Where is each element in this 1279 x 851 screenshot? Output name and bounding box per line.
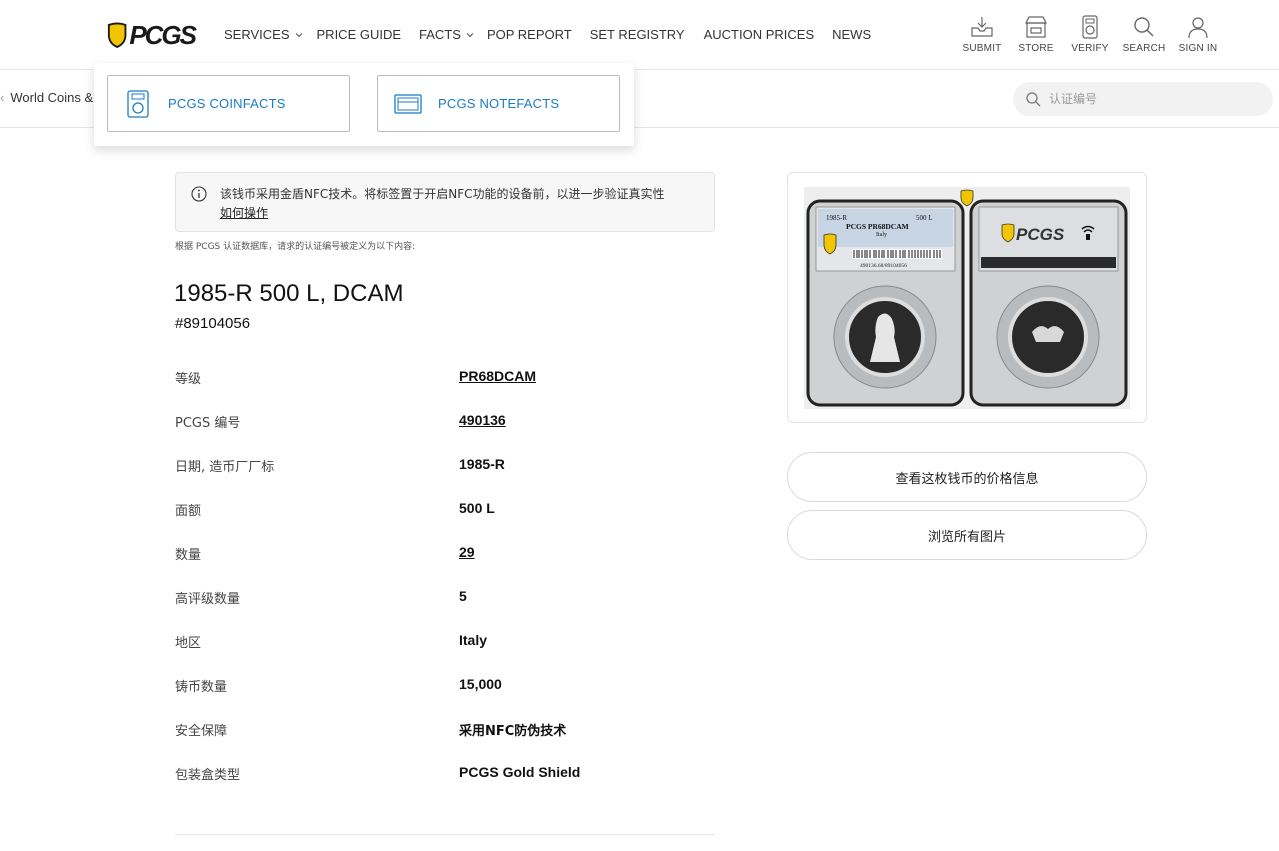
store-button[interactable]: STORE bbox=[1009, 14, 1063, 54]
breadcrumb[interactable]: ‹ World Coins & bbox=[0, 90, 93, 105]
logo-text: PCGS bbox=[129, 19, 197, 50]
database-note: 根据 PCGS 认证数据库，请求的认证编号被定义为以下内容: bbox=[175, 242, 416, 252]
search-button[interactable]: SEARCH bbox=[1117, 14, 1171, 54]
search-icon bbox=[1134, 17, 1154, 37]
slab-denom: 500 L bbox=[916, 214, 933, 222]
detail-row-region: 地区 Italy bbox=[175, 632, 715, 676]
nav-services[interactable]: SERVICES bbox=[224, 27, 303, 42]
detail-value: PCGS Gold Shield bbox=[459, 764, 581, 780]
detail-label: 等级 bbox=[175, 372, 202, 387]
detail-row-grade: 等级 PR68DCAM bbox=[175, 368, 715, 412]
site-header: PCGS SERVICES PRICE GUIDE FACTS POP REPO… bbox=[0, 0, 1279, 70]
chevron-down-icon bbox=[466, 32, 474, 37]
slab-grade: PCGS PR68DCAM bbox=[846, 222, 909, 231]
submit-button[interactable]: SUBMIT bbox=[955, 14, 1009, 54]
view-all-images-button[interactable]: 浏览所有图片 bbox=[787, 510, 1147, 560]
detail-label: 日期, 造币厂厂标 bbox=[175, 460, 275, 475]
cert-number: #89104056 bbox=[175, 315, 251, 332]
gold-shield-icon bbox=[107, 22, 127, 49]
nav-auction-prices[interactable]: AUCTION PRICES bbox=[704, 27, 815, 42]
nav-price-guide[interactable]: PRICE GUIDE bbox=[317, 27, 402, 42]
detail-label: 面额 bbox=[175, 504, 202, 519]
verify-button[interactable]: VERIFY bbox=[1063, 14, 1117, 54]
nav-pop-report[interactable]: POP REPORT bbox=[487, 27, 572, 42]
detail-label: 包装盒类型 bbox=[175, 768, 241, 783]
population-link[interactable]: 29 bbox=[459, 544, 475, 560]
detail-label: 数量 bbox=[175, 548, 202, 563]
nfc-notice-text: 该钱币采用金盾NFC技术。将标签置于开启NFC功能的设备前，以进一步验证真实性 bbox=[220, 187, 665, 201]
detail-row-mintage: 铸币数量 15,000 bbox=[175, 676, 715, 720]
detail-label: PCGS 编号 bbox=[175, 416, 241, 431]
detail-value: 采用NFC防伪技术 bbox=[459, 724, 567, 739]
chevron-left-icon: ‹ bbox=[0, 90, 5, 105]
coin-title: 1985-R 500 L, DCAM bbox=[174, 280, 404, 307]
search-icon bbox=[1026, 92, 1041, 107]
pcgs-logo[interactable]: PCGS bbox=[107, 19, 197, 50]
slab-image-card[interactable]: 1985-R 500 L PCGS PR68DCAM Italy 490136.… bbox=[787, 172, 1147, 423]
submit-tray-icon bbox=[971, 17, 993, 37]
coinfacts-icon bbox=[127, 89, 149, 118]
detail-value: Italy bbox=[459, 632, 488, 648]
divider bbox=[175, 834, 715, 835]
detail-value: 500 L bbox=[459, 500, 495, 516]
price-info-button[interactable]: 查看这枚钱币的价格信息 bbox=[787, 452, 1147, 502]
detail-row-denomination: 面额 500 L bbox=[175, 500, 715, 544]
info-icon bbox=[191, 186, 207, 202]
detail-row-pcgs-number: PCGS 编号 490136 bbox=[175, 412, 715, 456]
detail-value: 1985-R bbox=[459, 456, 505, 472]
how-to-link[interactable]: 如何操作 bbox=[220, 204, 268, 221]
main-nav: SERVICES PRICE GUIDE FACTS POP REPORT SE… bbox=[224, 27, 871, 42]
detail-value: 15,000 bbox=[459, 676, 502, 692]
slab-date: 1985-R bbox=[826, 214, 847, 222]
nfc-notice: 该钱币采用金盾NFC技术。将标签置于开启NFC功能的设备前，以进一步验证真实性 … bbox=[175, 172, 715, 232]
chevron-down-icon bbox=[295, 32, 302, 37]
facts-dropdown: PCGS COINFACTS PCGS NOTEFACTS bbox=[94, 63, 634, 146]
coinfacts-link[interactable]: PCGS COINFACTS bbox=[107, 75, 350, 132]
detail-row-pop-higher: 高评级数量 5 bbox=[175, 588, 715, 632]
detail-value: 5 bbox=[459, 588, 467, 604]
user-icon bbox=[1188, 17, 1208, 39]
slab-back-logo: PCGS bbox=[1016, 225, 1065, 244]
cert-number-input[interactable] bbox=[1049, 92, 1249, 106]
nav-set-registry[interactable]: SET REGISTRY bbox=[590, 27, 685, 42]
detail-label: 高评级数量 bbox=[175, 592, 241, 607]
detail-row-holder-type: 包装盒类型 PCGS Gold Shield bbox=[175, 764, 715, 808]
notefacts-icon bbox=[394, 93, 422, 114]
verify-slab-icon bbox=[1082, 15, 1098, 39]
sign-in-button[interactable]: SIGN IN bbox=[1171, 14, 1225, 54]
detail-label: 铸币数量 bbox=[175, 680, 228, 695]
detail-label: 地区 bbox=[175, 636, 202, 651]
cert-search-box bbox=[1013, 82, 1273, 116]
grade-link[interactable]: PR68DCAM bbox=[459, 368, 536, 384]
detail-row-population: 数量 29 bbox=[175, 544, 715, 588]
slab-country: Italy bbox=[876, 232, 887, 238]
header-actions: SUBMIT STORE VERIFY SEARCH SIGN IN bbox=[955, 14, 1225, 54]
detail-row-security: 安全保障 采用NFC防伪技术 bbox=[175, 720, 715, 764]
nav-facts[interactable]: FACTS bbox=[419, 27, 474, 42]
store-icon bbox=[1025, 16, 1047, 38]
notefacts-link[interactable]: PCGS NOTEFACTS bbox=[377, 75, 620, 132]
slab-barcode-text: 490136.68/89104056 bbox=[860, 263, 907, 269]
pcgs-number-link[interactable]: 490136 bbox=[459, 412, 506, 428]
detail-label: 安全保障 bbox=[175, 724, 228, 739]
coin-slab-image: 1985-R 500 L PCGS PR68DCAM Italy 490136.… bbox=[804, 187, 1130, 409]
nav-news[interactable]: NEWS bbox=[832, 27, 871, 42]
detail-row-date-mint: 日期, 造币厂厂标 1985-R bbox=[175, 456, 715, 500]
